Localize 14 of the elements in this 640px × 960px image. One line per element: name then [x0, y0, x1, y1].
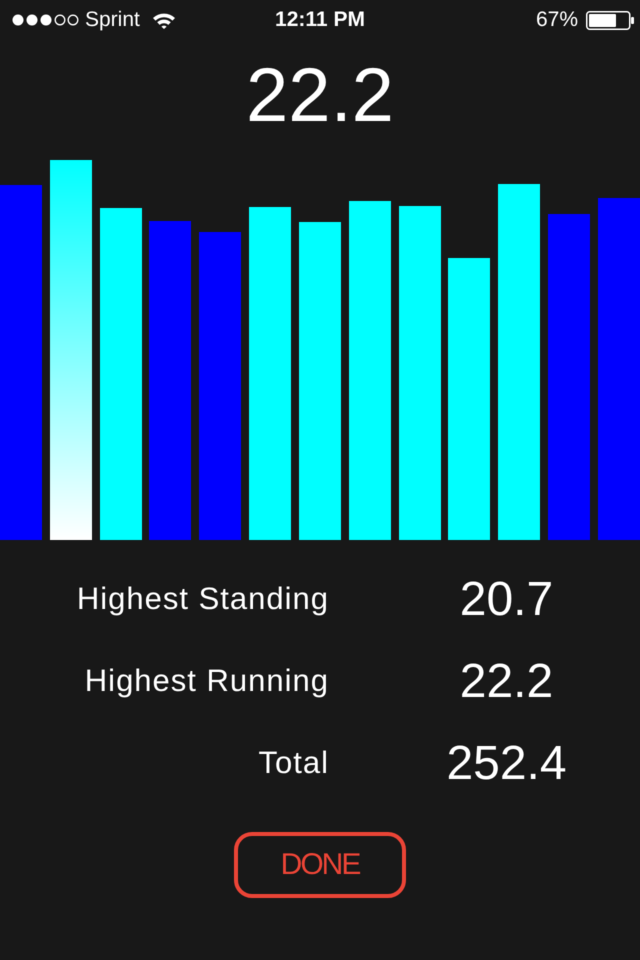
stat-label: Highest Running [84, 663, 329, 699]
stat-value: 20.7 [460, 572, 554, 626]
stat-label: Highest Standing [76, 581, 329, 617]
stat-value: 22.2 [460, 654, 554, 708]
signal-strength-icon [12, 14, 79, 26]
current-value: 22.2 [246, 56, 394, 136]
stat-value: 252.4 [446, 736, 567, 790]
wifi-icon [152, 12, 176, 28]
stat-label: Total [258, 745, 329, 781]
carrier-name: Sprint [85, 8, 140, 32]
done-button[interactable]: DONE [234, 832, 406, 898]
battery-percent: 67% [536, 8, 578, 32]
clock-time: 12:11 PM [275, 8, 365, 32]
battery-icon [586, 10, 634, 30]
